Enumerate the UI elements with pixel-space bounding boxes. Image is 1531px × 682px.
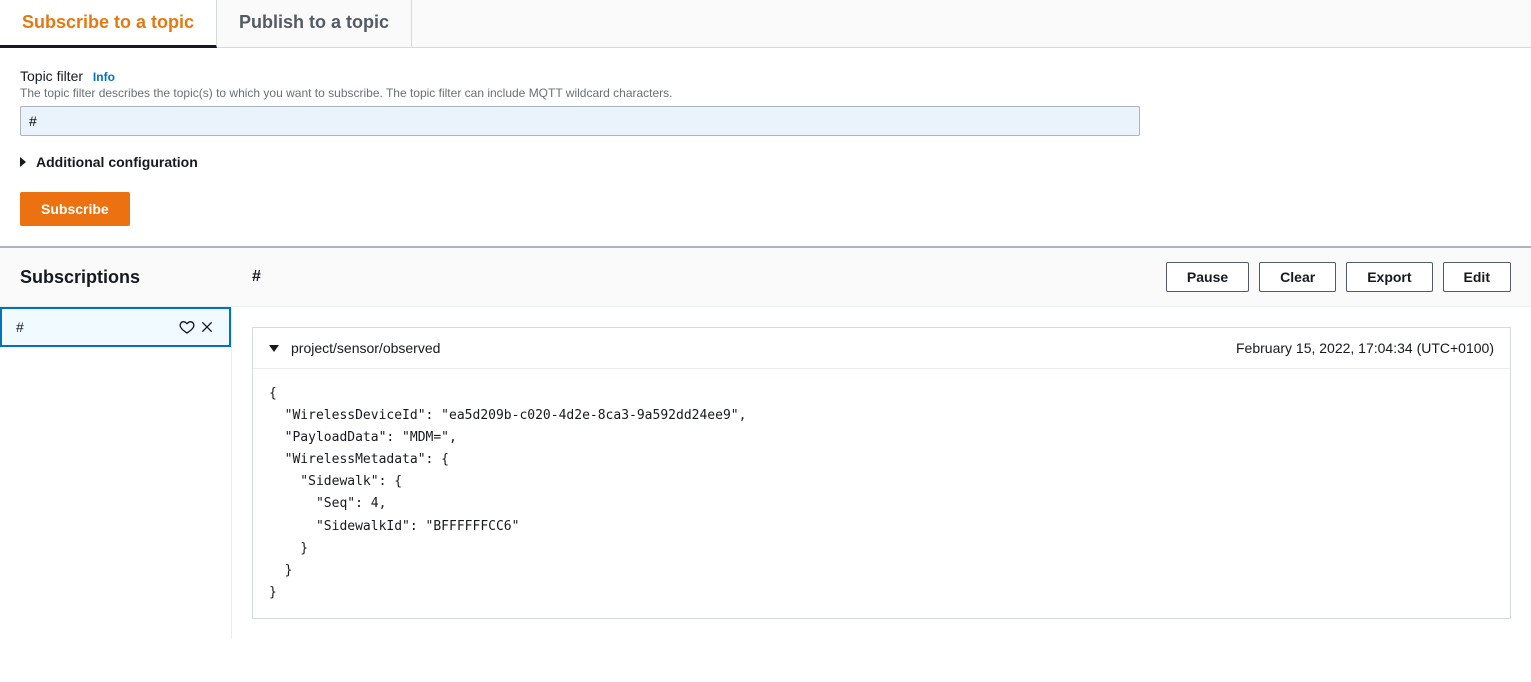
message-header: project/sensor/observed February 15, 202… (253, 328, 1510, 369)
topic-filter-label-text: Topic filter (20, 68, 83, 84)
message-timestamp: February 15, 2022, 17:04:34 (UTC+0100) (1236, 340, 1494, 356)
action-buttons: Pause Clear Export Edit (1166, 262, 1511, 292)
caret-down-icon[interactable] (269, 345, 279, 352)
message-payload: { "WirelessDeviceId": "ea5d209b-c020-4d2… (253, 369, 1510, 618)
subscriptions-body: # project/sensor/observed February 15, 2… (0, 307, 1531, 639)
current-topic-display: # (252, 268, 1166, 286)
info-link[interactable]: Info (93, 70, 115, 84)
export-button[interactable]: Export (1346, 262, 1432, 292)
subscription-item-name: # (16, 319, 24, 335)
message-card: project/sensor/observed February 15, 202… (252, 327, 1511, 619)
subscriptions-header: Subscriptions # Pause Clear Export Edit (0, 248, 1531, 307)
subscribe-form: Topic filter Info The topic filter descr… (0, 48, 1531, 246)
additional-configuration-toggle[interactable]: Additional configuration (20, 154, 1511, 170)
subscribe-button[interactable]: Subscribe (20, 192, 130, 226)
caret-right-icon (20, 157, 26, 167)
heart-icon[interactable] (179, 319, 195, 335)
subscriptions-heading: Subscriptions (20, 267, 252, 288)
edit-button[interactable]: Edit (1443, 262, 1511, 292)
pause-button[interactable]: Pause (1166, 262, 1249, 292)
close-icon[interactable] (199, 319, 215, 335)
topic-filter-label: Topic filter Info (20, 68, 1511, 84)
tab-publish[interactable]: Publish to a topic (217, 0, 412, 47)
topic-filter-input[interactable] (20, 106, 1140, 136)
tab-subscribe[interactable]: Subscribe to a topic (0, 0, 217, 48)
clear-button[interactable]: Clear (1259, 262, 1336, 292)
additional-configuration-label: Additional configuration (36, 154, 198, 170)
message-topic: project/sensor/observed (291, 340, 440, 356)
messages-panel: project/sensor/observed February 15, 202… (232, 307, 1531, 639)
subscriptions-sidebar: # (0, 307, 232, 639)
subscription-item[interactable]: # (0, 307, 231, 347)
topic-filter-hint: The topic filter describes the topic(s) … (20, 86, 1511, 100)
tabs-bar: Subscribe to a topic Publish to a topic (0, 0, 1531, 48)
